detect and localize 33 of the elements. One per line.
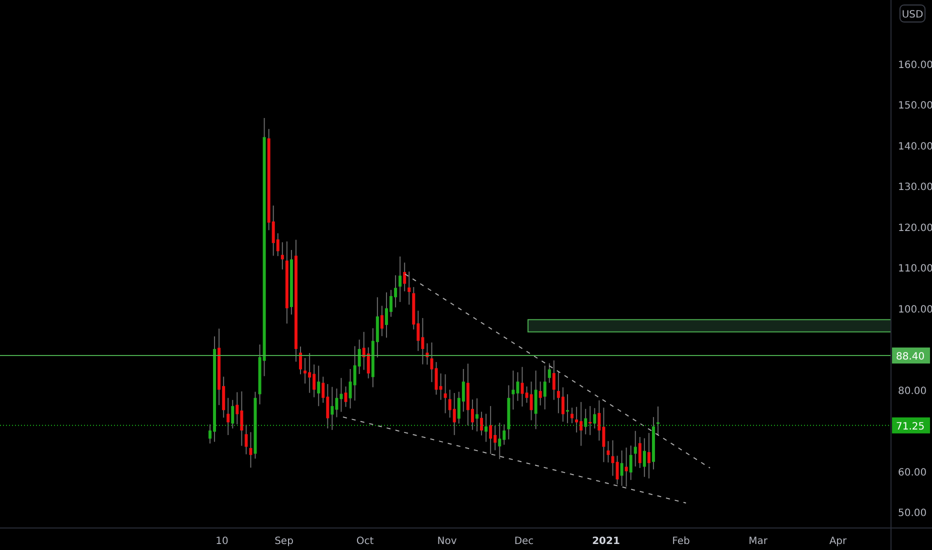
price-tick-label: 140.00	[898, 141, 932, 152]
time-tick-label: Apr	[829, 536, 847, 547]
price-line[interactable]	[0, 424, 892, 426]
trend-line[interactable]	[342, 416, 686, 504]
time-tick-label: Mar	[748, 536, 768, 547]
price-tick-label: 110.00	[898, 264, 932, 274]
time-tick-label: Nov	[437, 536, 457, 547]
price-tick-label: 50.00	[898, 508, 927, 519]
time-tick-label: Dec	[514, 536, 534, 547]
time-tick-label: Oct	[356, 536, 374, 547]
time-tick-label: Feb	[672, 536, 690, 547]
price-tick-label: 80.00	[898, 386, 927, 397]
candle	[208, 424, 212, 444]
price-line[interactable]	[0, 355, 892, 356]
price-tick-label: 60.00	[898, 467, 927, 478]
candle	[566, 394, 569, 424]
time-tick-label: 2021	[592, 536, 620, 547]
time-tick-label: Sep	[274, 536, 294, 547]
price-tick-label: 160.00	[898, 60, 932, 71]
candle	[656, 406, 660, 436]
zone-rectangle[interactable]	[528, 319, 892, 332]
candle	[476, 398, 478, 432]
price-tick-label: 100.00	[898, 304, 932, 316]
trend-line[interactable]	[404, 274, 710, 468]
price-tick-label: 130.00	[898, 182, 932, 193]
price-label: 71.25	[892, 417, 930, 434]
candle	[299, 346, 302, 375]
currency-button[interactable]: USD	[900, 4, 926, 22]
candle	[390, 289, 392, 318]
price-tick-label: 150.00	[898, 100, 932, 112]
time-tick-label: 10	[216, 536, 228, 547]
price-label: 88.40	[892, 348, 930, 364]
price-tick-label: 120.00	[898, 222, 932, 234]
